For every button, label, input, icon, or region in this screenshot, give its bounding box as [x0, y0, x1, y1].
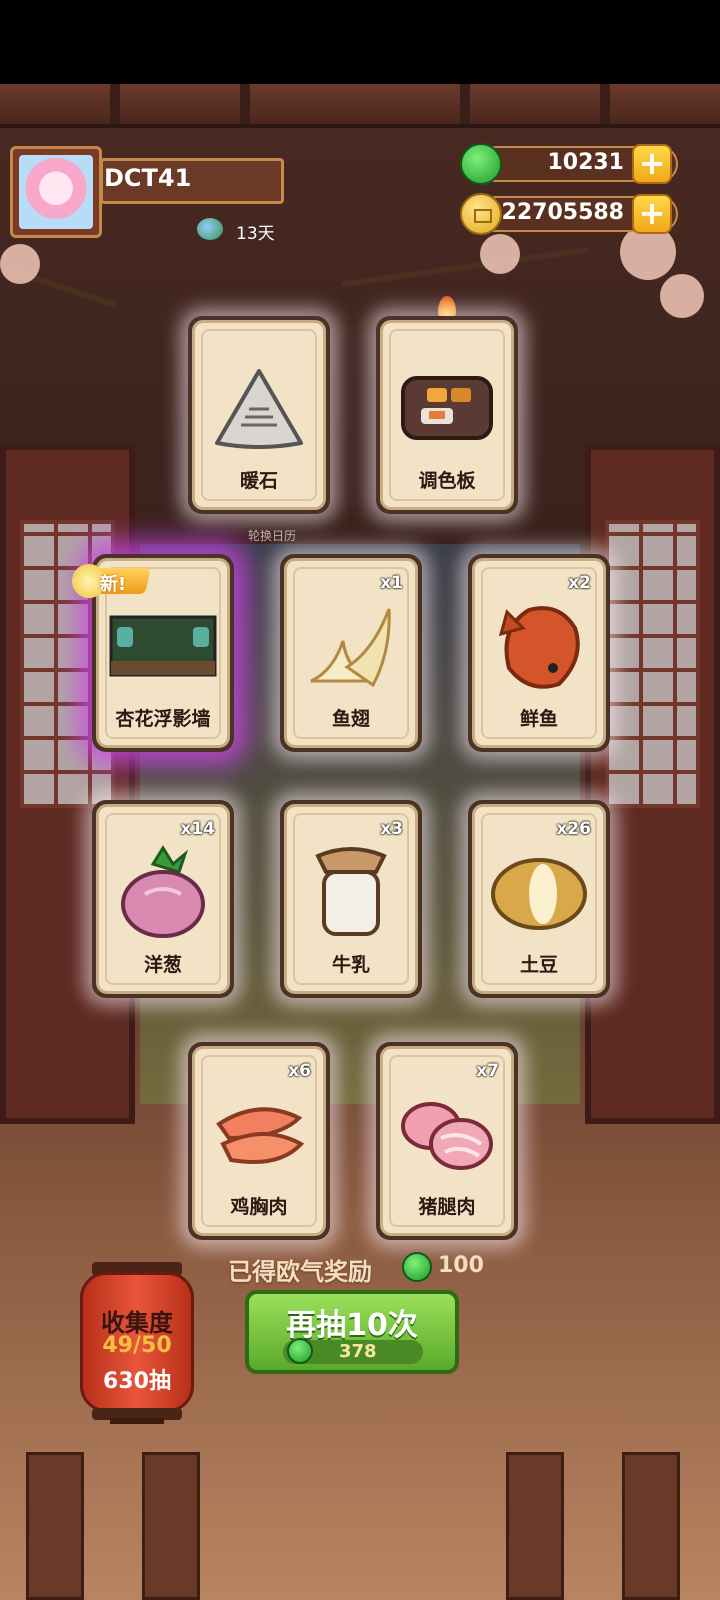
reward-value: 100 [438, 1253, 484, 1278]
fence-post [142, 1452, 200, 1600]
add-gems-button[interactable]: + [632, 144, 672, 184]
fence-post [506, 1452, 564, 1600]
card-face: 鸡胸肉 x6 [192, 1046, 326, 1236]
fence-post [26, 1452, 84, 1600]
card-count: x26 [556, 819, 591, 839]
jade-gem-icon [287, 1338, 313, 1364]
card-label: 洋葱 [143, 954, 182, 976]
gem-count: 10231 [547, 150, 624, 175]
blossom [660, 274, 704, 318]
roof-truss [600, 84, 610, 124]
pork-leg-icon [401, 1101, 493, 1170]
card-apricot-wall[interactable]: 杏花浮影墙 新! [72, 554, 234, 752]
login-days: 13天 [236, 224, 275, 244]
card-label: 鲜鱼 [519, 708, 558, 730]
fence-post [622, 1452, 680, 1600]
potato-icon [491, 857, 587, 930]
player-avatar[interactable] [10, 146, 102, 238]
card-milk[interactable]: 牛乳 x3 [280, 800, 422, 998]
coin-count: 22705588 [501, 200, 624, 225]
card-label: 暖石 [239, 470, 278, 492]
collection-progress: 49/50 [102, 1333, 172, 1358]
card-face: 鱼翅 x1 [284, 558, 418, 748]
card-fish[interactable]: 鲜鱼 x2 [468, 554, 610, 752]
card-face: 猪腿肉 x7 [380, 1046, 514, 1236]
roof-truss [460, 84, 470, 124]
reward-label: 已得欧气奖励 [228, 1258, 372, 1286]
shark-fin-icon [310, 608, 391, 687]
draw-cost: 378 [339, 1341, 377, 1362]
jade-gem-icon [402, 1252, 432, 1282]
card-chicken-breast[interactable]: 鸡胸肉 x6 [188, 1042, 330, 1240]
blossom [0, 244, 40, 284]
card-count: x6 [288, 1061, 311, 1081]
login-days-icon [197, 218, 223, 240]
card-label: 调色板 [418, 470, 476, 492]
warm-stone-icon [215, 368, 303, 449]
add-coins-button[interactable]: + [632, 194, 672, 234]
chicken-breast-icon [216, 1106, 305, 1164]
palette-icon [401, 375, 493, 440]
blossom-branch [340, 246, 590, 288]
draw-10-button[interactable]: 再抽10次 378 [245, 1290, 459, 1374]
roof-beam [0, 84, 720, 128]
card-label: 土豆 [519, 954, 558, 976]
collection-draws: 630抽 [103, 1369, 171, 1394]
card-label: 鱼翅 [331, 708, 370, 730]
card-face: 鲜鱼 x2 [472, 558, 606, 748]
card-label: 牛乳 [331, 954, 370, 976]
roof-truss [110, 84, 120, 124]
card-label: 杏花浮影墙 [115, 708, 211, 730]
card-onion[interactable]: 洋葱 x14 [92, 800, 234, 998]
card-palette[interactable]: 调色板 [376, 316, 518, 514]
card-warm-stone[interactable]: 暖石 [188, 316, 330, 514]
card-face: 牛乳 x3 [284, 804, 418, 994]
card-count: x7 [476, 1061, 499, 1081]
card-count: x2 [568, 573, 591, 593]
card-face: 土豆 x26 [472, 804, 606, 994]
card-potato[interactable]: 土豆 x26 [468, 800, 610, 998]
card-face: 暖石 [192, 320, 326, 510]
card-count: x3 [380, 819, 403, 839]
card-label: 猪腿肉 [418, 1196, 476, 1218]
onion-icon [121, 844, 205, 938]
blossom [480, 234, 520, 274]
window-lattice [605, 520, 700, 808]
right-door [585, 444, 720, 1124]
collection-lantern[interactable]: 收集度 49/50 630抽 [80, 1272, 194, 1412]
milk-jar-icon [315, 846, 387, 936]
fish-icon [498, 605, 580, 689]
lantern-stand [110, 1418, 164, 1424]
roof-truss [240, 84, 250, 124]
card-shark-fin[interactable]: 鱼翅 x1 [280, 554, 422, 752]
rotation-calendar-label: 轮换日历 [248, 529, 297, 543]
card-count: x1 [380, 573, 403, 593]
new-badge-label: 新! [100, 574, 127, 595]
card-face: 洋葱 x14 [96, 804, 230, 994]
card-count: x14 [180, 819, 215, 839]
new-badge: 新! [72, 564, 151, 598]
card-label: 鸡胸肉 [230, 1196, 288, 1218]
avatar-image [19, 155, 93, 229]
card-face: 调色板 [380, 320, 514, 510]
draw-10-label: 再抽10次 [286, 1308, 418, 1343]
left-door [0, 444, 135, 1124]
player-name: DCT41 [104, 164, 192, 192]
card-pork-leg[interactable]: 猪腿肉 x7 [376, 1042, 518, 1240]
wall-icon [109, 615, 217, 677]
